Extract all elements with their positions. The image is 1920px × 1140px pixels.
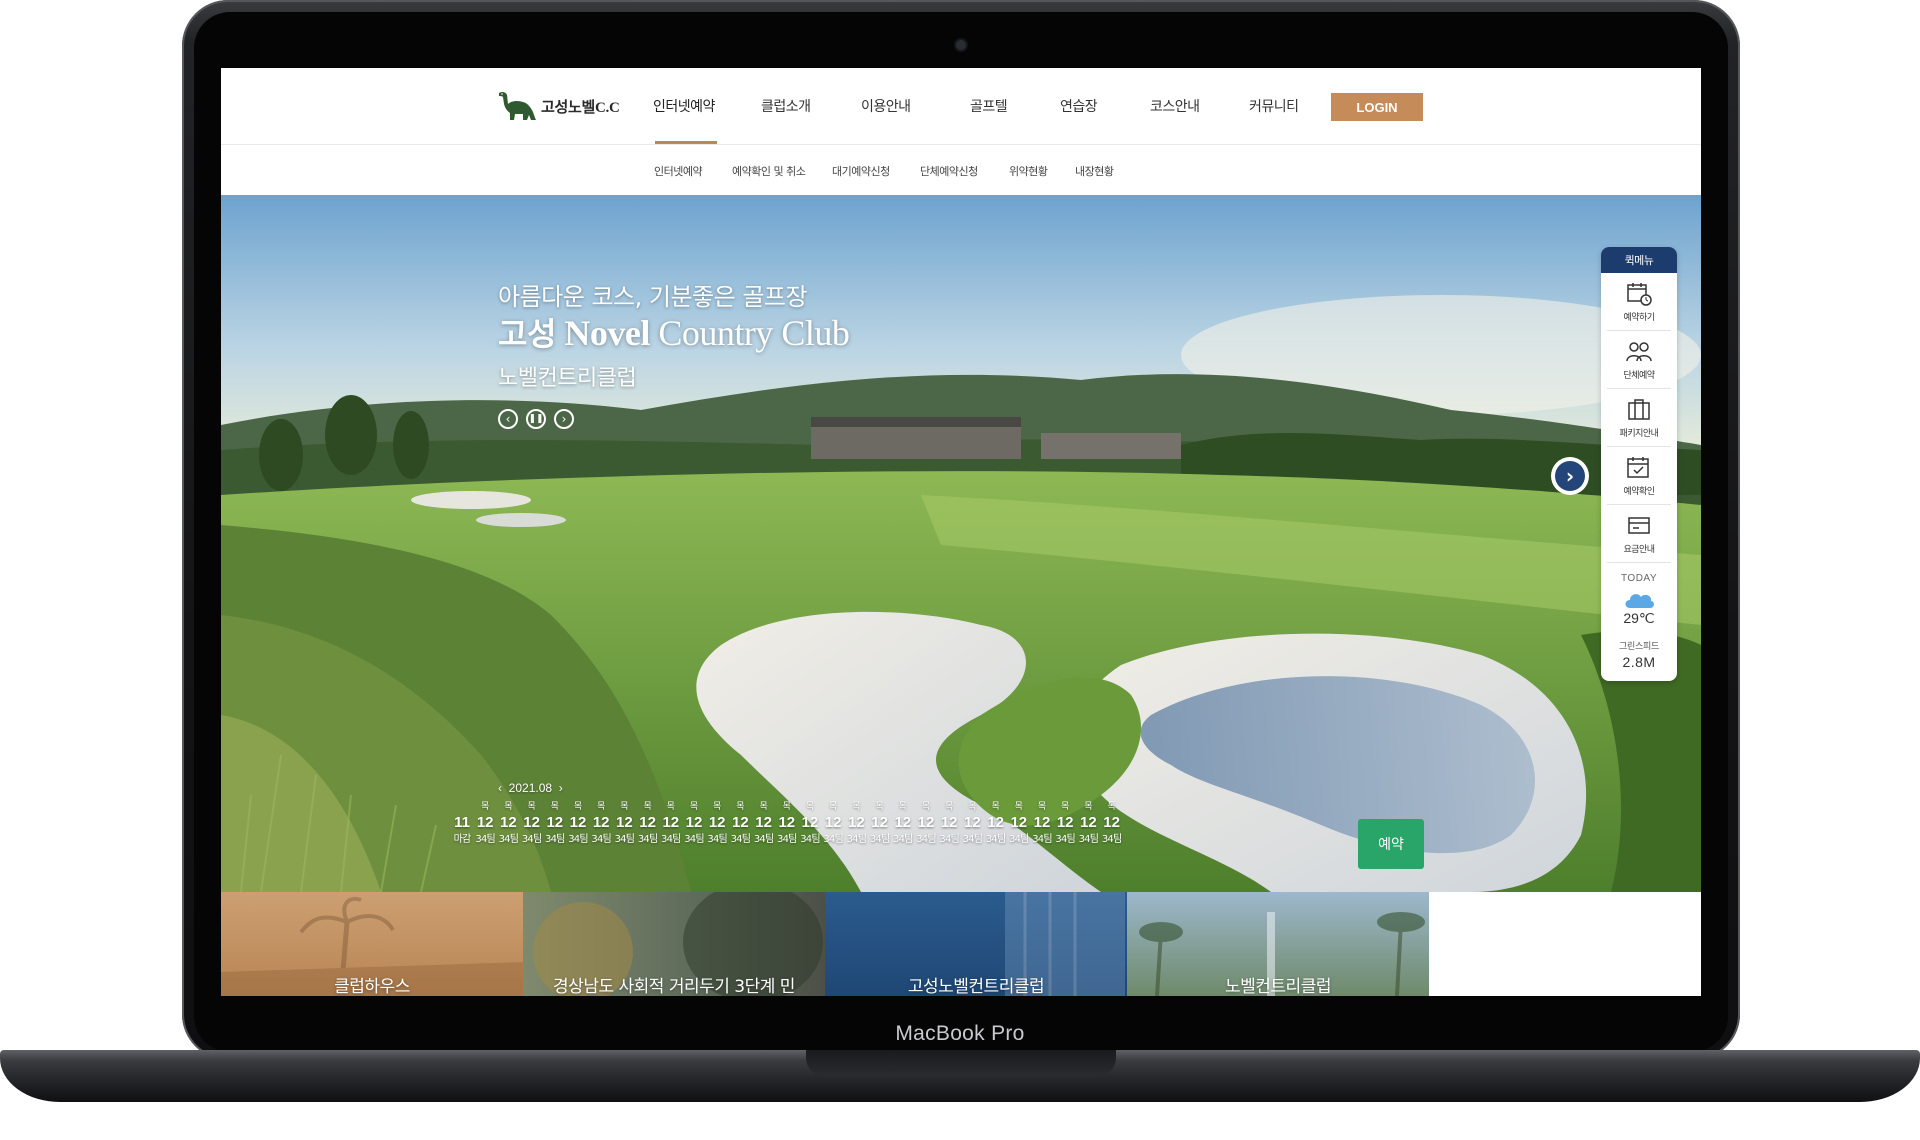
calendar-month: ‹ 2021.08 ›: [498, 781, 563, 795]
device-label: MacBook Pro: [895, 1022, 1025, 1045]
calendar-clock-icon: [1627, 282, 1652, 306]
calendar-day[interactable]: 목 12 34팀: [1098, 801, 1126, 847]
cloud-weather-icon: [1625, 594, 1654, 608]
chevron-left-icon: ‹: [505, 412, 511, 426]
hero-club-name: 노벨컨트리클럽: [498, 366, 637, 391]
quick-package-label: 패키지안내: [1619, 428, 1659, 439]
top-navigation-bar: 고성노벨C.C 인터넷예약 클럽소개 이용안내 골프텔 연습장 코스안내 커뮤니…: [221, 68, 1701, 145]
next-slide-small-button[interactable]: ›: [554, 409, 574, 429]
hero-subtitle: 아름다운 코스, 기분좋은 골프장: [498, 283, 808, 311]
quick-menu: 퀵메뉴 예약하기 단체예약 패키지안내 예약확인 요금안내 TODAY 29℃ …: [1601, 247, 1677, 681]
fee-card-icon: [1628, 516, 1650, 534]
chevron-right-icon: ›: [561, 412, 567, 426]
quick-reservation-check-label: 예약확인: [1623, 486, 1655, 497]
subnav-visit-status[interactable]: 내장현황: [1075, 163, 1114, 179]
quick-group-reserve[interactable]: 단체예약: [1607, 331, 1671, 389]
quick-reserve[interactable]: 예약하기: [1607, 273, 1671, 331]
hero-banner: 아름다운 코스, 기분좋은 골프장 고성 Novel Country Club …: [221, 195, 1701, 892]
base-notch: [806, 1050, 1116, 1076]
temperature: 29℃: [1623, 610, 1655, 626]
card-goseong-novel-title: 고성노벨컨트리클럽: [907, 977, 1045, 996]
chevron-right-circle-icon: ›: [1555, 461, 1585, 491]
screen: 고성노벨C.C 인터넷예약 클럽소개 이용안내 골프텔 연습장 코스안내 커뮤니…: [221, 68, 1701, 996]
card-notice[interactable]: 경상남도 사회적 거리두기 3단계 민: [523, 892, 825, 996]
hero-title-bold: Novel: [564, 313, 650, 353]
chevron-left-icon[interactable]: ‹: [498, 781, 502, 795]
reserve-button[interactable]: 예약: [1358, 819, 1424, 869]
card-clubhouse[interactable]: 클럽하우스: [221, 892, 523, 996]
logo-text: 고성노벨C.C: [541, 99, 620, 116]
quick-reserve-label: 예약하기: [1623, 312, 1655, 323]
subnav-internet-reservation[interactable]: 인터넷예약: [654, 163, 703, 179]
nav-practice-range[interactable]: 연습장: [1060, 96, 1098, 116]
quick-fee-guide-label: 요금안내: [1623, 544, 1655, 555]
today-label: TODAY: [1620, 573, 1658, 584]
prev-slide-button[interactable]: ‹: [498, 409, 518, 429]
quick-reservation-check[interactable]: 예약확인: [1607, 447, 1671, 505]
pause-icon: ❚❚: [528, 414, 544, 424]
calendar-slot-count: 34팀: [1101, 834, 1122, 845]
card-novel-cc-title: 노벨컨트리클럽: [1225, 977, 1331, 996]
card-novel-cc[interactable]: 노벨컨트리클럽: [1127, 892, 1429, 996]
calendar-month-label: 2021.08: [508, 781, 553, 795]
group-icon: [1626, 341, 1652, 361]
nav-usage-guide[interactable]: 이용안내: [861, 96, 911, 116]
next-slide-button[interactable]: ›: [1551, 457, 1589, 495]
subnav-group-reservation[interactable]: 단체예약신청: [920, 163, 978, 179]
nav-community[interactable]: 커뮤니티: [1249, 96, 1299, 116]
nav-club-intro[interactable]: 클럽소개: [761, 96, 811, 116]
green-speed-label: 그린스피드: [1619, 642, 1659, 652]
nav-course-guide[interactable]: 코스안내: [1150, 96, 1200, 116]
card-clubhouse-title: 클럽하우스: [334, 977, 410, 996]
quick-menu-title: 퀵메뉴: [1601, 247, 1677, 273]
green-speed-value: 2.8M: [1622, 654, 1656, 670]
quick-package[interactable]: 패키지안내: [1607, 389, 1671, 447]
login-button[interactable]: LOGIN: [1331, 93, 1423, 121]
camera-icon: [956, 40, 966, 50]
hero-title: 고성 Novel Country Club: [498, 309, 850, 355]
subnav-penalty-status[interactable]: 위약현황: [1009, 163, 1048, 179]
quick-fee-guide[interactable]: 요금안내: [1607, 505, 1671, 563]
hero-title-rest: Country Club: [658, 313, 850, 353]
active-nav-indicator: [655, 141, 717, 144]
pause-slide-button[interactable]: ❚❚: [526, 409, 546, 429]
calendar-check-icon: [1627, 456, 1649, 478]
nav-internet-reservation[interactable]: 인터넷예약: [653, 96, 715, 116]
sub-navigation-bar: 인터넷예약 예약확인 및 취소 대기예약신청 단체예약신청 위약현황 내장현황: [221, 145, 1701, 195]
dinosaur-logo-icon: [499, 91, 536, 120]
quick-group-reserve-label: 단체예약: [1623, 370, 1655, 381]
chevron-right-icon[interactable]: ›: [559, 781, 563, 795]
calendar-weekday: 목: [1107, 802, 1116, 812]
subnav-waitlist-request[interactable]: 대기예약신청: [832, 163, 890, 179]
package-icon: [1628, 398, 1650, 420]
nav-golftel[interactable]: 골프텔: [970, 96, 1008, 116]
card-goseong-novel[interactable]: 고성노벨컨트리클럽: [825, 892, 1127, 996]
subnav-reservation-check-cancel[interactable]: 예약확인 및 취소: [732, 163, 806, 179]
golf-course-image: [221, 195, 1701, 892]
logo[interactable]: 고성노벨C.C: [497, 88, 620, 124]
calendar-date: 12: [1103, 814, 1120, 831]
card-notice-title: 경상남도 사회적 거리두기 3단계 민: [553, 977, 795, 996]
hero-title-prefix: 고성: [498, 315, 556, 353]
